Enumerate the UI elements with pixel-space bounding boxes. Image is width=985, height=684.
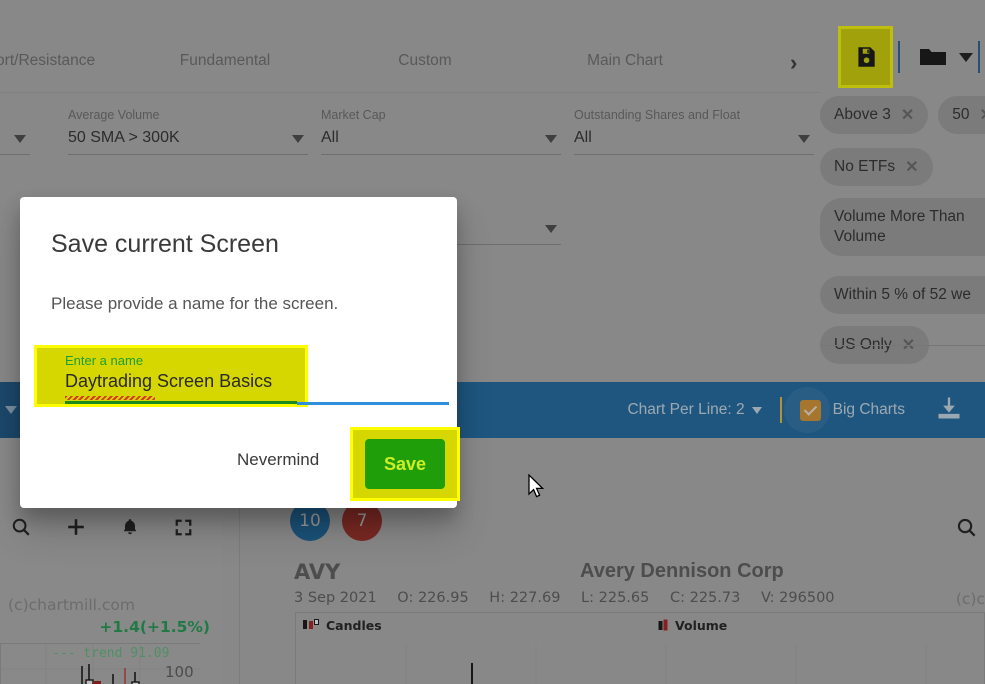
app-root: Support/Resistance Fundamental Custom Ma… xyxy=(0,0,985,684)
save-button[interactable]: Save xyxy=(365,439,445,489)
screen-name-field-wrap: Enter a name Daytrading Screen Basics xyxy=(34,345,449,407)
save-screen-dialog: Save current Screen Please provide a nam… xyxy=(20,197,460,508)
field-underline-focused xyxy=(65,401,297,404)
save-button-highlight: Save xyxy=(350,427,460,501)
mouse-cursor xyxy=(528,473,546,505)
dialog-title: Save current Screen xyxy=(51,230,279,258)
nevermind-button[interactable]: Nevermind xyxy=(231,449,325,471)
dialog-button-row: Nevermind Save xyxy=(20,427,460,501)
screen-name-input[interactable]: Daytrading Screen Basics xyxy=(65,371,272,392)
field-underline xyxy=(297,402,449,405)
spellcheck-underline xyxy=(65,396,155,400)
dialog-subtitle: Please provide a name for the screen. xyxy=(51,294,339,313)
screen-name-label: Enter a name xyxy=(65,353,144,368)
